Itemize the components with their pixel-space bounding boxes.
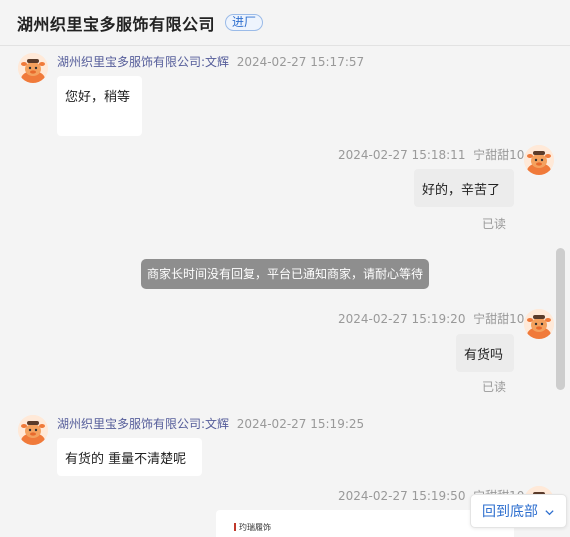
chevron-down-icon: [544, 506, 555, 517]
read-status: 已读: [482, 380, 507, 394]
system-notice: 商家长时间没有回复，平台已通知商家，请耐心等待: [141, 259, 429, 289]
card-brand-text: 玓瑞履饰: [239, 523, 271, 532]
user-avatar-icon[interactable]: [524, 309, 554, 339]
message-time: 2024-02-27 15:19:50: [338, 489, 466, 503]
read-status: 已读: [482, 217, 507, 231]
vertical-scrollbar[interactable]: [556, 248, 565, 390]
message-bubble[interactable]: 有货吗: [456, 334, 514, 372]
chat-message-list[interactable]: 湖州织里宝多服饰有限公司:文辉 2024-02-27 15:17:57 您好，稍…: [0, 47, 570, 537]
brand-logo: 玓瑞履饰: [234, 522, 271, 533]
enter-shop-button[interactable]: 进厂: [225, 14, 264, 31]
back-to-bottom-button[interactable]: 回到底部: [470, 494, 567, 528]
sender-name: 宁甜甜10: [473, 148, 525, 162]
shop-name: 湖州织里宝多服饰有限公司: [17, 14, 216, 34]
message-meta: 2024-02-27 15:18:11 宁甜甜10: [338, 146, 524, 163]
merchant-avatar-icon[interactable]: [18, 53, 48, 83]
sender-name: 湖州织里宝多服饰有限公司:文辉: [57, 417, 230, 431]
back-to-bottom-label: 回到底部: [482, 504, 538, 520]
user-avatar-icon[interactable]: [524, 145, 554, 175]
message-time: 2024-02-27 15:17:57: [236, 55, 365, 69]
chat-header: 湖州织里宝多服饰有限公司 进厂: [0, 0, 570, 46]
message-time: 2024-02-27 15:19:20: [338, 312, 466, 326]
sender-name: 湖州织里宝多服饰有限公司:文辉: [57, 55, 230, 69]
message-meta: 2024-02-27 15:19:20 宁甜甜10: [338, 310, 524, 327]
message-time: 2024-02-27 15:19:25: [236, 417, 365, 431]
message-meta: 湖州织里宝多服饰有限公司:文辉 2024-02-27 15:17:57: [57, 53, 364, 70]
message-bubble[interactable]: 好的，辛苦了: [414, 169, 514, 207]
message-meta: 湖州织里宝多服饰有限公司:文辉 2024-02-27 15:19:25: [57, 415, 364, 432]
message-bubble[interactable]: 有货的 重量不清楚呢: [57, 438, 202, 476]
merchant-avatar-icon[interactable]: [18, 415, 48, 445]
message-bubble[interactable]: 您好，稍等: [57, 76, 142, 136]
message-time: 2024-02-27 15:18:11: [338, 148, 466, 162]
sender-name: 宁甜甜10: [473, 312, 525, 326]
